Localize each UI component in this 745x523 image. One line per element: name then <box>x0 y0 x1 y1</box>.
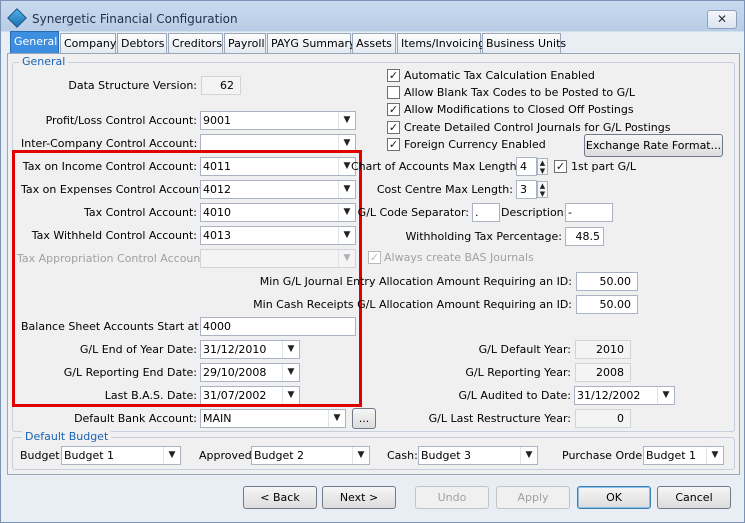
general-legend: General <box>19 55 69 68</box>
budget-label: Budget: <box>20 449 64 462</box>
gl-audited-picker[interactable]: 31/12/2002 ▼ <box>574 386 675 405</box>
data-structure-version-field: 62 <box>201 76 241 95</box>
gl-reporting-year-field: 2008 <box>575 363 631 382</box>
detailed-journals-checkbox[interactable]: ✓ <box>387 121 400 134</box>
interco-control-label: Inter-Company Control Account: <box>21 137 198 150</box>
cash-combo[interactable]: Budget 3 ▼ <box>418 446 538 465</box>
detailed-journals-label: Create Detailed Control Journals for G/L… <box>404 121 671 134</box>
gl-reporting-year-label: G/L Reporting Year: <box>465 366 571 379</box>
gl-separator-label: G/L Code Separator: <box>357 206 469 219</box>
description-label: Description: <box>501 206 568 219</box>
description-field[interactable]: - <box>565 203 613 222</box>
exchange-rate-format-button[interactable]: Exchange Rate Format... <box>584 134 723 157</box>
tab-items-invoicing[interactable]: Items/Invoicing <box>397 33 485 53</box>
tab-payroll[interactable]: Payroll <box>224 33 266 53</box>
allow-blank-tax-checkbox[interactable] <box>387 86 400 99</box>
approved-combo[interactable]: Budget 2 ▼ <box>251 446 370 465</box>
tab-assets[interactable]: Assets <box>352 33 396 53</box>
allow-blank-tax-label: Allow Blank Tax Codes to be Posted to G/… <box>404 86 636 99</box>
default-bank-combo[interactable]: MAIN ▼ <box>200 409 346 428</box>
min-cash-label: Min Cash Receipts G/L Allocation Amount … <box>253 298 572 311</box>
always-bas-label: Always create BAS Journals <box>384 251 534 264</box>
budget-value: Budget 1 <box>64 449 115 462</box>
min-gl-journal-field[interactable]: 50.00 <box>576 272 638 291</box>
tab-payg-summary[interactable]: PAYG Summary <box>267 33 356 53</box>
gl-separator-field[interactable]: . <box>472 203 500 222</box>
config-window: Synergetic Financial Configuration ✕ Gen… <box>0 0 745 523</box>
approved-label: Approved: <box>199 449 256 462</box>
min-cash-field[interactable]: 50.00 <box>576 295 638 314</box>
chevron-down-icon[interactable]: ▼ <box>706 447 723 464</box>
cash-value: Budget 3 <box>421 449 472 462</box>
coa-max-len-field[interactable]: 4 <box>516 157 537 176</box>
foreign-currency-checkbox[interactable]: ✓ <box>387 138 400 151</box>
tab-general[interactable]: General <box>10 31 59 54</box>
close-button[interactable]: ✕ <box>707 10 737 29</box>
approved-value: Budget 2 <box>254 449 305 462</box>
foreign-currency-label: Foreign Currency Enabled <box>404 138 546 151</box>
withholding-field[interactable]: 48.5 <box>565 227 604 246</box>
default-bank-value: MAIN <box>203 412 232 425</box>
coa-max-len-spinner[interactable]: ▲ ▼ <box>537 158 548 175</box>
tab-debtors[interactable]: Debtors <box>117 33 167 53</box>
pl-control-value: 9001 <box>203 114 231 127</box>
always-bas-checkbox: ✓ <box>368 251 381 264</box>
budget-combo[interactable]: Budget 1 ▼ <box>61 446 181 465</box>
chevron-down-icon[interactable]: ▼ <box>338 112 355 129</box>
tab-company[interactable]: Company <box>60 33 116 53</box>
tab-creditors[interactable]: Creditors <box>168 33 223 53</box>
cc-max-len-label: Cost Centre Max Length: <box>376 183 513 196</box>
allow-mods-checkbox[interactable]: ✓ <box>387 103 400 116</box>
gl-default-year-label: G/L Default Year: <box>478 343 571 356</box>
bank-lookup-button[interactable]: ... <box>352 408 376 429</box>
gl-last-restructure-label: G/L Last Restructure Year: <box>428 412 571 425</box>
purchase-order-label: Purchase Order: <box>562 449 651 462</box>
spin-up-icon[interactable]: ▲ <box>538 182 547 190</box>
spin-up-icon[interactable]: ▲ <box>538 159 547 167</box>
title-bar: Synergetic Financial Configuration ✕ <box>1 1 744 35</box>
cash-label: Cash: <box>387 449 418 462</box>
tab-business-units[interactable]: Business Units <box>482 33 566 53</box>
data-structure-version-label: Data Structure Version: <box>68 79 197 92</box>
chevron-down-icon[interactable]: ▼ <box>328 410 345 427</box>
min-gl-journal-label: Min G/L Journal Entry Allocation Amount … <box>259 275 572 288</box>
first-part-gl-checkbox[interactable]: ✓ <box>554 160 567 173</box>
chevron-down-icon[interactable]: ▼ <box>352 447 369 464</box>
auto-tax-checkbox[interactable]: ✓ <box>387 69 400 82</box>
ok-button[interactable]: OK <box>577 486 651 509</box>
pl-control-combo[interactable]: 9001 ▼ <box>200 111 356 130</box>
chevron-down-icon[interactable]: ▼ <box>520 447 537 464</box>
cc-max-len-field[interactable]: 3 <box>516 180 537 199</box>
default-budget-legend: Default Budget <box>22 430 112 443</box>
apply-button[interactable]: Apply <box>496 486 570 509</box>
back-button[interactable]: < Back <box>243 486 317 509</box>
default-bank-label: Default Bank Account: <box>74 412 197 425</box>
allow-mods-label: Allow Modifications to Closed Off Postin… <box>404 103 634 116</box>
app-diamond-icon <box>7 8 27 28</box>
gl-audited-value: 31/12/2002 <box>577 389 641 402</box>
next-button[interactable]: Next > <box>322 486 396 509</box>
gl-audited-label: G/L Audited to Date: <box>458 389 572 402</box>
undo-button[interactable]: Undo <box>415 486 489 509</box>
gl-default-year-field: 2010 <box>575 340 631 359</box>
pl-control-label: Profit/Loss Control Account: <box>45 114 197 127</box>
gl-last-restructure-field: 0 <box>575 409 631 428</box>
chevron-down-icon[interactable]: ▼ <box>163 447 180 464</box>
auto-tax-label: Automatic Tax Calculation Enabled <box>404 69 595 82</box>
cc-max-len-spinner[interactable]: ▲ ▼ <box>537 181 548 198</box>
window-title: Synergetic Financial Configuration <box>32 12 238 26</box>
cancel-button[interactable]: Cancel <box>657 486 731 509</box>
withholding-label: Withholding Tax Percentage: <box>405 230 562 243</box>
spin-down-icon[interactable]: ▼ <box>538 190 547 198</box>
purchase-order-combo[interactable]: Budget 1 ▼ <box>643 446 724 465</box>
purchase-order-value: Budget 1 <box>646 449 697 462</box>
chevron-down-icon[interactable]: ▼ <box>657 387 674 404</box>
first-part-gl-label: 1st part G/L <box>571 160 636 173</box>
spin-down-icon[interactable]: ▼ <box>538 167 547 175</box>
coa-max-len-label: Chart of Accounts Max Length: <box>351 160 521 173</box>
